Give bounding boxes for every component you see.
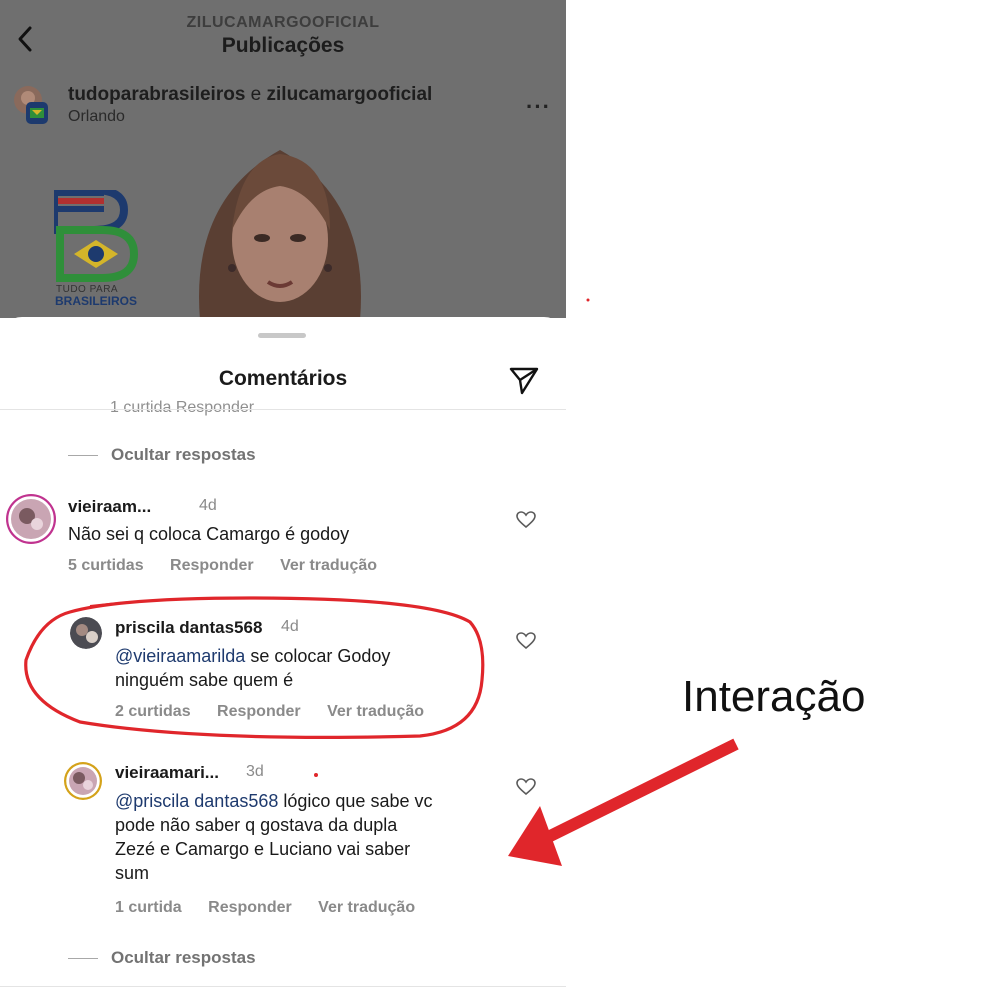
annotation-arrow (508, 738, 739, 866)
stray-red-dot (314, 773, 318, 777)
annotation-circle (24, 596, 485, 739)
annotation-overlay (24, 298, 739, 866)
stray-red-dot (586, 298, 590, 302)
annotation-label: Interação (682, 672, 866, 721)
